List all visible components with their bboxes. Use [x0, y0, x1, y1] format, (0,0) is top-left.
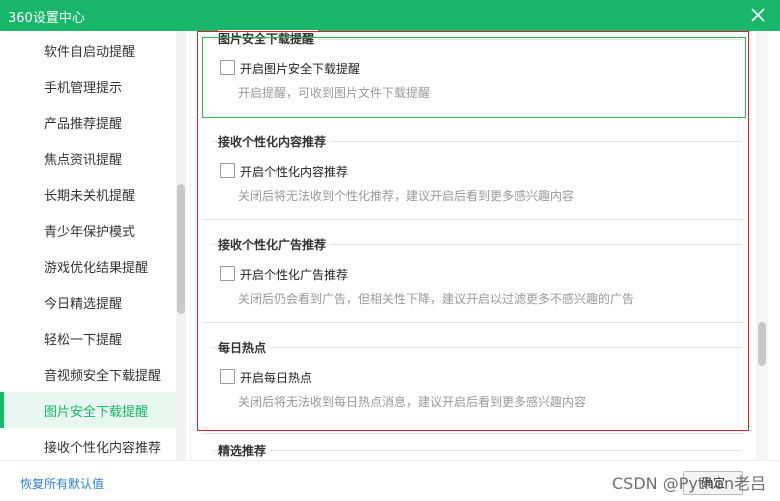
- window-title: 360设置中心: [8, 11, 85, 26]
- sidebar-item-label: 焦点资讯提醒: [44, 153, 123, 168]
- content-scrollbar-track[interactable]: [756, 31, 768, 460]
- sidebar-item-game-optimize[interactable]: 游戏优化结果提醒: [0, 248, 176, 284]
- sidebar-item-av-download[interactable]: 音视频安全下载提醒: [0, 356, 176, 392]
- watermark: CSDN @Python老吕: [612, 474, 767, 493]
- content-scrollbar-thumb[interactable]: [758, 322, 766, 366]
- sidebar-scrollbar-thumb[interactable]: [177, 184, 185, 314]
- highlight-box-red: [197, 31, 749, 431]
- sidebar-item-label: 青少年保护模式: [44, 225, 136, 240]
- restore-defaults-link[interactable]: 恢复所有默认值: [20, 475, 104, 492]
- title-bar: 360设置中心: [0, 0, 780, 31]
- sidebar-item-product-recommend[interactable]: 产品推荐提醒: [0, 104, 176, 140]
- sidebar-item-label: 手机管理提示: [44, 81, 123, 96]
- sidebar: 软件自启动提醒 手机管理提示 产品推荐提醒 焦点资讯提醒 长期未关机提醒 青少年…: [0, 31, 176, 460]
- sidebar-item-label: 软件自启动提醒: [44, 45, 136, 60]
- close-icon[interactable]: [748, 5, 768, 25]
- sidebar-item-focus-news[interactable]: 焦点资讯提醒: [0, 140, 176, 176]
- sidebar-item-phone-manager[interactable]: 手机管理提示: [0, 68, 176, 104]
- sidebar-item-relax[interactable]: 轻松一下提醒: [0, 320, 176, 356]
- sidebar-item-label: 游戏优化结果提醒: [44, 261, 149, 276]
- sidebar-item-software-autostart[interactable]: 软件自启动提醒: [0, 32, 176, 68]
- sidebar-item-personalized-content[interactable]: 接收个性化内容推荐: [0, 428, 176, 460]
- sidebar-item-label: 图片安全下载提醒: [44, 405, 149, 420]
- sidebar-item-daily-picks[interactable]: 今日精选提醒: [0, 284, 176, 320]
- sidebar-item-label: 音视频安全下载提醒: [44, 369, 162, 384]
- sidebar-item-label: 轻松一下提醒: [44, 333, 123, 348]
- sidebar-item-label: 接收个性化内容推荐: [44, 441, 162, 456]
- section-title: 精选推荐: [218, 442, 271, 459]
- section-separator: [202, 433, 744, 434]
- section-divider: [212, 450, 742, 451]
- sidebar-item-label: 今日精选提醒: [44, 297, 123, 312]
- sidebar-item-label: 产品推荐提醒: [44, 117, 123, 132]
- sidebar-item-image-download[interactable]: 图片安全下载提醒: [0, 392, 176, 428]
- panel-divider: [190, 31, 191, 460]
- sidebar-item-long-uptime[interactable]: 长期未关机提醒: [0, 176, 176, 212]
- sidebar-item-teen-mode[interactable]: 青少年保护模式: [0, 212, 176, 248]
- sidebar-item-label: 长期未关机提醒: [44, 189, 136, 204]
